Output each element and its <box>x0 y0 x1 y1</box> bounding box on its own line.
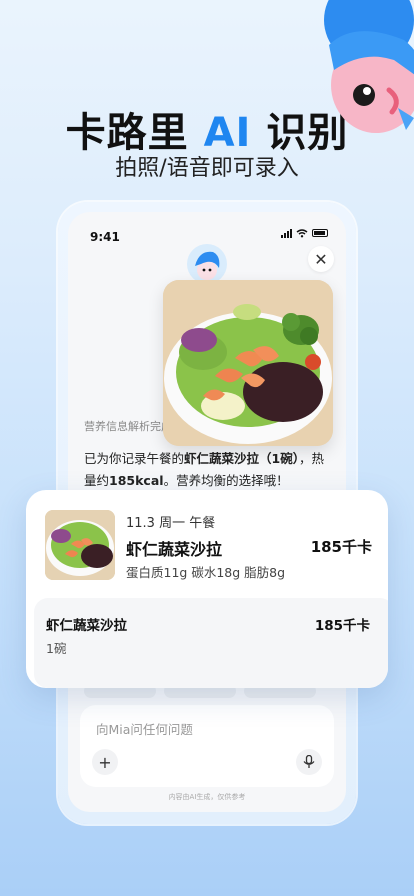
subhead: 拍照/语音即可录入 <box>115 156 299 181</box>
status-icons <box>281 228 328 238</box>
ai-disclaimer: 内容由AI生成，仅供参考 <box>168 793 246 801</box>
mascot-illustration <box>324 0 414 133</box>
food-photo[interactable] <box>163 280 333 446</box>
microphone-icon <box>303 755 315 768</box>
plus-icon: + <box>98 752 112 772</box>
meal-date: 11.3 周一 午餐 <box>126 516 216 531</box>
analysis-status: 营养信息解析完成 <box>84 420 172 433</box>
meal-macros: 蛋白质11g 碳水18g 脂肪8g <box>126 565 286 580</box>
battery-icon <box>312 229 328 237</box>
close-button[interactable]: ✕ <box>308 246 334 272</box>
food-item-quantity: 1碗 <box>46 641 67 656</box>
status-time: 9:41 <box>90 230 120 244</box>
chat-input-placeholder[interactable]: 向Mia问任何问题 <box>96 719 193 738</box>
close-icon: ✕ <box>314 249 328 269</box>
add-button[interactable]: + <box>92 749 118 775</box>
meal-record-card[interactable]: 11.3 周一 午餐 虾仁蔬菜沙拉 185千卡 蛋白质11g 碳水18g 脂肪8… <box>26 490 388 688</box>
wifi-icon <box>296 228 308 237</box>
signal-icon <box>281 228 292 238</box>
voice-button[interactable] <box>296 749 322 775</box>
food-item-row[interactable]: 虾仁蔬菜沙拉 185千卡 1碗 <box>34 598 388 688</box>
chat-input-box[interactable]: 向Mia问任何问题 + <box>80 705 334 787</box>
meal-name: 虾仁蔬菜沙拉 <box>126 540 223 559</box>
meal-calories: 185千卡 <box>310 538 372 556</box>
food-item-name: 虾仁蔬菜沙拉 <box>46 618 127 634</box>
food-item-calories: 185千卡 <box>314 618 370 634</box>
meal-thumbnail <box>45 510 115 580</box>
avatar <box>187 244 227 284</box>
assistant-message: 已为你记录午餐的虾仁蔬菜沙拉（1碗），热量约185kcal。营养均衡的选择哦！ <box>84 451 324 488</box>
